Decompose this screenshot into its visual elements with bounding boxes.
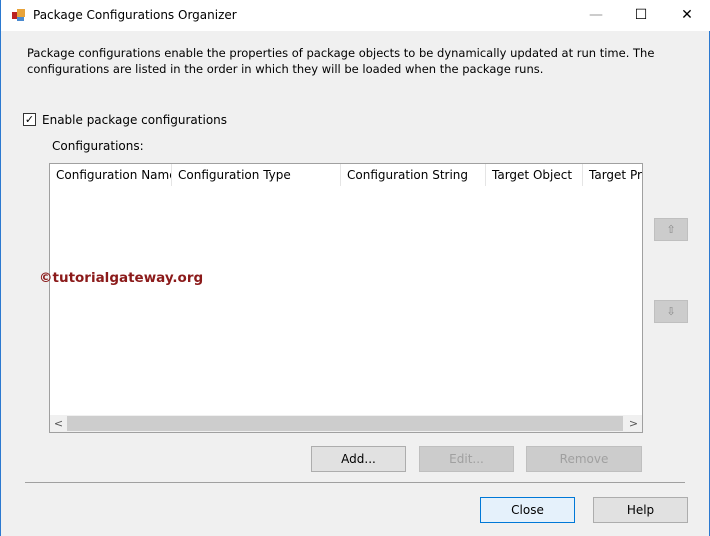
watermark: ©tutorialgateway.org bbox=[39, 270, 204, 286]
column-header-type[interactable]: Configuration Type bbox=[172, 164, 341, 186]
remove-button[interactable]: Remove bbox=[526, 446, 642, 472]
edit-button[interactable]: Edit... bbox=[419, 446, 514, 472]
arrow-down-icon: ⇩ bbox=[666, 305, 676, 318]
minimize-button[interactable]: — bbox=[573, 0, 619, 31]
add-button[interactable]: Add... bbox=[311, 446, 406, 472]
enable-configurations-checkbox[interactable]: ✓ bbox=[23, 113, 36, 126]
configurations-label: Configurations: bbox=[52, 139, 144, 153]
enable-configurations-label: Enable package configurations bbox=[42, 113, 228, 127]
separator bbox=[25, 482, 685, 483]
help-button[interactable]: Help bbox=[593, 497, 688, 523]
arrow-up-icon: ⇧ bbox=[666, 223, 676, 236]
scroll-left-icon[interactable]: < bbox=[50, 415, 67, 432]
close-button[interactable]: Close bbox=[480, 497, 575, 523]
maximize-button[interactable]: ☐ bbox=[618, 0, 664, 31]
close-window-button[interactable]: ✕ bbox=[664, 0, 710, 31]
description-text: Package configurations enable the proper… bbox=[27, 46, 655, 76]
column-header-string[interactable]: Configuration String bbox=[341, 164, 486, 186]
horizontal-scrollbar[interactable]: < > bbox=[50, 415, 642, 432]
configurations-list[interactable]: Configuration Name Configuration Type Co… bbox=[49, 163, 643, 433]
scrollbar-thumb[interactable] bbox=[67, 416, 623, 431]
window-title: Package Configurations Organizer bbox=[33, 8, 237, 22]
scroll-right-icon[interactable]: > bbox=[625, 415, 642, 432]
dialog-window: Package Configurations Organizer — ☐ ✕ P… bbox=[0, 0, 710, 536]
move-down-button[interactable]: ⇩ bbox=[654, 300, 688, 323]
column-header-name[interactable]: Configuration Name bbox=[50, 164, 172, 186]
title-bar: Package Configurations Organizer — ☐ ✕ bbox=[1, 0, 710, 31]
column-header-target-property[interactable]: Target Property bbox=[583, 164, 642, 186]
move-up-button[interactable]: ⇧ bbox=[654, 218, 688, 241]
column-header-target-object[interactable]: Target Object bbox=[486, 164, 583, 186]
app-icon bbox=[12, 9, 25, 21]
